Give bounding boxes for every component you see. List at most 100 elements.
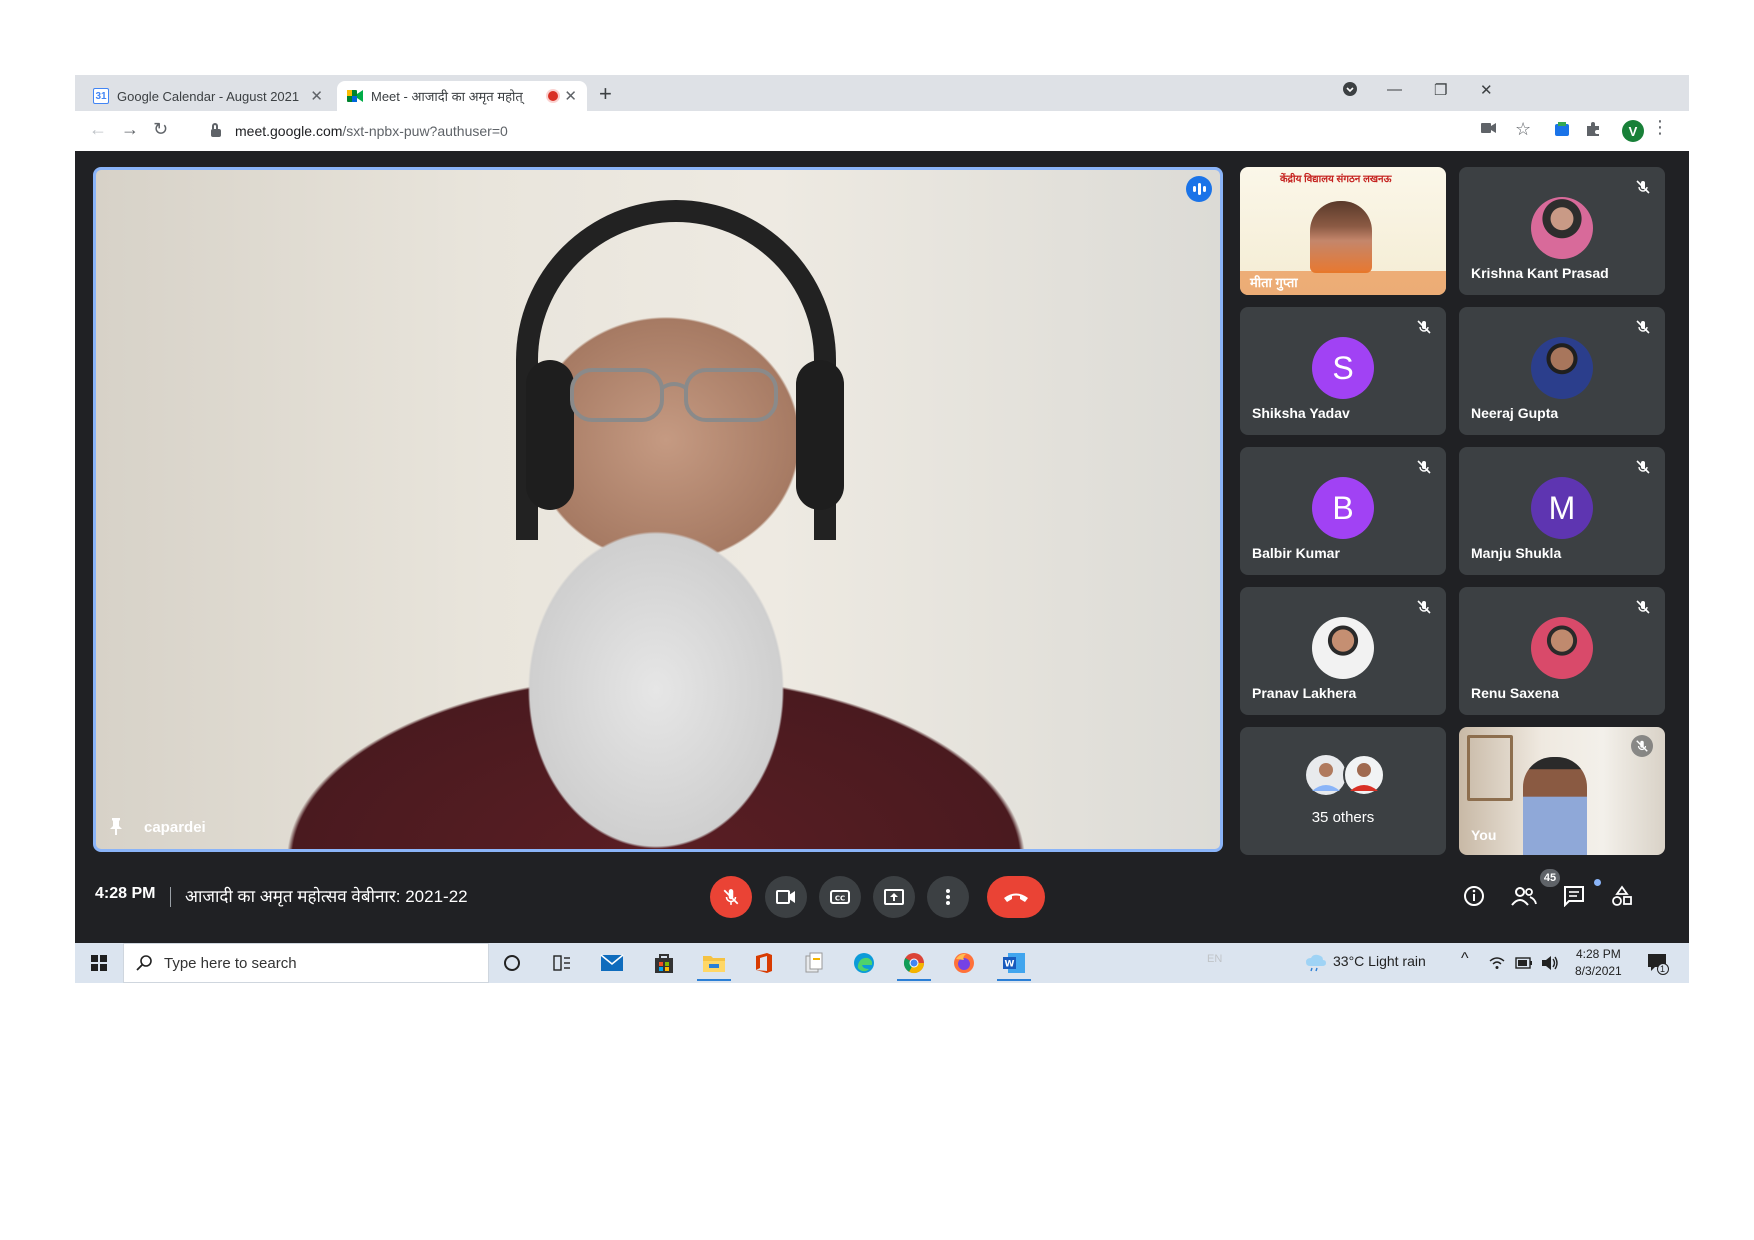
right-earcup-graphic (796, 360, 844, 510)
self-view-tile[interactable]: You (1459, 727, 1665, 855)
taskbar-search-input[interactable]: Type here to search (123, 943, 489, 983)
browser-toolbar: ← → ↻ meet.google.com/sxt-npbx-puw?authu… (75, 111, 1689, 151)
self-mute-indicator (1631, 735, 1653, 757)
leave-call-button[interactable] (987, 876, 1045, 918)
address-bar[interactable]: meet.google.com/sxt-npbx-puw?authuser=0 (193, 116, 1533, 146)
participant-name: Krishna Kant Prasad (1471, 265, 1609, 281)
language-indicator[interactable]: EN (1207, 953, 1222, 965)
new-tab-icon[interactable]: + (599, 81, 612, 107)
reload-icon[interactable]: ↻ (153, 119, 168, 140)
battery-icon[interactable] (1515, 957, 1533, 969)
divider (170, 887, 171, 907)
store-app-icon[interactable] (647, 949, 681, 977)
forward-arrow-icon[interactable]: → (121, 119, 139, 140)
search-icon (136, 955, 152, 971)
shelf-graphic (1467, 735, 1513, 801)
mic-off-icon (1636, 460, 1650, 474)
others-count-label: 35 others (1311, 809, 1375, 826)
task-view-icon[interactable] (545, 949, 579, 977)
participant-name: Balbir Kumar (1252, 545, 1340, 561)
present-icon (884, 889, 904, 905)
more-options-button[interactable] (927, 876, 969, 918)
mic-toggle-button[interactable] (710, 876, 752, 918)
mic-off-icon (723, 889, 739, 905)
taskbar-clock[interactable]: 4:28 PM 8/3/2021 (1575, 946, 1622, 980)
activities-shapes-icon (1612, 885, 1632, 906)
show-hidden-icons-icon[interactable]: ^ (1461, 950, 1469, 968)
recording-indicator-icon (548, 91, 559, 101)
participant-tile[interactable]: Renu Saxena (1459, 587, 1665, 715)
participant-tile[interactable]: Pranav Lakhera (1240, 587, 1446, 715)
chrome-browser-icon[interactable] (897, 947, 931, 981)
bookmark-star-icon[interactable]: ☆ (1515, 119, 1531, 140)
close-tab-icon[interactable]: ✕ (310, 87, 323, 105)
windows-taskbar: Type here to search W EN 33°C Light rain… (75, 943, 1689, 983)
meet-control-bar: 4:28 PM आजादी का अमृत महोत्सव वेबीनार: 2… (75, 865, 1689, 935)
windows-start-icon[interactable] (91, 955, 107, 971)
wifi-icon[interactable] (1489, 956, 1505, 970)
participant-name: Neeraj Gupta (1471, 405, 1559, 421)
svg-text:CC: CC (835, 895, 845, 903)
participant-name: Manju Shukla (1471, 545, 1562, 561)
close-window-icon[interactable]: ✕ (1480, 81, 1493, 99)
participant-tile[interactable]: Neeraj Gupta (1459, 307, 1665, 435)
pin-icon[interactable] (109, 817, 123, 835)
word-app-icon[interactable]: W (997, 947, 1031, 981)
minimize-icon[interactable]: — (1387, 81, 1402, 98)
documents-app-icon[interactable] (797, 949, 831, 977)
meeting-title: आजादी का अमृत महोत्सव वेबीनार: 2021-22 (185, 887, 468, 906)
banner-caption: मीता गुप्ता (1250, 275, 1298, 290)
camera-toggle-button[interactable] (765, 876, 807, 918)
extension-icon[interactable] (1554, 121, 1570, 141)
camera-in-use-icon[interactable] (1481, 121, 1497, 138)
participant-tile-presentation[interactable]: केंद्रीय विद्यालय संगठन लखनऊ मीता गुप्ता (1240, 167, 1446, 295)
avatar (1531, 617, 1593, 679)
avatar: B (1312, 477, 1374, 539)
mic-off-icon (1636, 740, 1648, 752)
office-app-icon[interactable] (747, 949, 781, 977)
mail-app-icon[interactable] (595, 949, 629, 977)
main-speaker-video[interactable]: capardei (93, 167, 1223, 852)
file-explorer-icon[interactable] (697, 947, 731, 981)
avatar: S (1312, 337, 1374, 399)
participant-tile[interactable]: Krishna Kant Prasad (1459, 167, 1665, 295)
participant-tile[interactable]: S Shiksha Yadav (1240, 307, 1446, 435)
chat-button[interactable] (1561, 883, 1587, 909)
browser-tab-strip: 31 Google Calendar - August 2021 ✕ Meet … (75, 75, 1689, 111)
tab-google-calendar[interactable]: 31 Google Calendar - August 2021 ✕ (83, 81, 333, 111)
avatar (1531, 337, 1593, 399)
weather-rain-icon (1306, 954, 1326, 972)
profile-avatar[interactable]: V (1622, 120, 1644, 142)
tab-search-icon[interactable] (1342, 81, 1358, 101)
firefox-browser-icon[interactable] (947, 949, 981, 977)
participant-tile[interactable]: M Manju Shukla (1459, 447, 1665, 575)
back-arrow-icon[interactable]: ← (89, 119, 107, 140)
present-screen-button[interactable] (873, 876, 915, 918)
tab-title: Google Calendar - August 2021 (117, 88, 300, 104)
participant-name: Renu Saxena (1471, 685, 1559, 701)
close-tab-icon[interactable]: ✕ (564, 87, 577, 105)
participant-count-badge: 45 (1540, 869, 1560, 887)
meeting-details-button[interactable] (1461, 883, 1487, 909)
people-icon (1511, 887, 1537, 906)
captions-button[interactable]: CC (819, 876, 861, 918)
edge-browser-icon[interactable] (847, 949, 881, 977)
notifications-icon[interactable] (1647, 953, 1669, 975)
banner-heading: केंद्रीय विद्यालय संगठन लखनऊ (1280, 174, 1392, 185)
restore-icon[interactable]: ❐ (1434, 81, 1447, 99)
cortana-icon[interactable] (495, 949, 529, 977)
mic-off-icon (1417, 600, 1431, 614)
tab-meet[interactable]: Meet - आजादी का अमृत महोत् ✕ (337, 81, 587, 111)
taskbar-date: 8/3/2021 (1575, 964, 1622, 978)
more-vertical-icon (946, 889, 950, 905)
glasses-graphic (570, 368, 778, 422)
speaker-volume-icon[interactable] (1541, 955, 1559, 971)
participant-tile-others[interactable]: 35 others (1240, 727, 1446, 855)
participants-button[interactable] (1511, 883, 1537, 909)
puzzle-extensions-icon[interactable] (1585, 121, 1601, 141)
browser-menu-icon[interactable]: ⋮ (1651, 117, 1669, 138)
participant-tile[interactable]: B Balbir Kumar (1240, 447, 1446, 575)
activities-button[interactable] (1609, 883, 1635, 909)
mic-off-icon (1417, 320, 1431, 334)
weather-readout[interactable]: 33°C Light rain (1333, 953, 1426, 969)
